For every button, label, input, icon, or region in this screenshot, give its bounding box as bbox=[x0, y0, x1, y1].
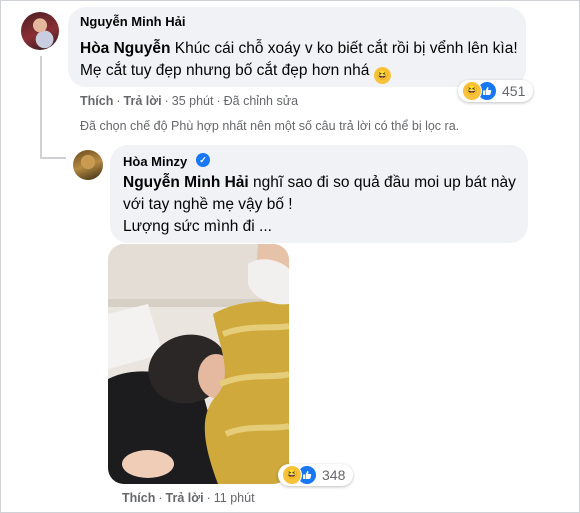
reply-author[interactable]: Hòa Minzy bbox=[123, 154, 187, 169]
like-link[interactable]: Thích bbox=[122, 491, 155, 505]
haha-icon: 😆 bbox=[282, 465, 302, 485]
edited-label[interactable]: Đã chỉnh sửa bbox=[224, 94, 298, 108]
reply-link[interactable]: Trả lời bbox=[166, 491, 204, 505]
haha-icon: 😆 bbox=[462, 81, 482, 101]
reaction-count: 451 bbox=[502, 83, 526, 99]
reply-actions: Thích · Trả lời · 11 phút bbox=[122, 491, 255, 505]
reply-second-line: Lượng sức mình đi ... bbox=[123, 218, 272, 235]
comment-actions: Thích · Trả lời · 35 phút · Đã chỉnh sửa bbox=[80, 94, 299, 108]
attached-photo[interactable] bbox=[108, 244, 289, 484]
thread-line-branch bbox=[40, 157, 66, 159]
reply-link[interactable]: Trả lời bbox=[124, 94, 162, 108]
verified-badge-icon: ✓ bbox=[196, 153, 210, 167]
reply-text: Nguyễn Minh Hải nghĩ sao đi so quả đầu m… bbox=[123, 172, 523, 238]
reaction-count: 348 bbox=[322, 467, 346, 483]
reply-mention[interactable]: Nguyễn Minh Hải bbox=[123, 174, 249, 191]
baby-photo-illustration bbox=[108, 244, 289, 484]
avatar[interactable] bbox=[73, 150, 103, 180]
filter-notice: Đã chọn chế độ Phù hợp nhất nên một số c… bbox=[80, 119, 460, 133]
reaction-summary[interactable]: 😆 348 bbox=[278, 464, 354, 486]
thread-line bbox=[40, 56, 42, 159]
reply-timestamp[interactable]: 11 phút bbox=[214, 491, 255, 505]
reaction-summary[interactable]: 😆 451 bbox=[458, 80, 534, 102]
like-link[interactable]: Thích bbox=[80, 94, 113, 108]
comment-timestamp[interactable]: 35 phút bbox=[172, 94, 214, 108]
comment-text: Hòa Nguyễn Khúc cái chỗ xoáy v ko biết c… bbox=[80, 38, 520, 84]
comment-mention[interactable]: Hòa Nguyễn bbox=[80, 40, 170, 57]
laughing-emoji-icon: 😆 bbox=[373, 67, 391, 84]
comment-author[interactable]: Nguyễn Minh Hải bbox=[80, 14, 185, 29]
avatar[interactable] bbox=[21, 12, 59, 50]
